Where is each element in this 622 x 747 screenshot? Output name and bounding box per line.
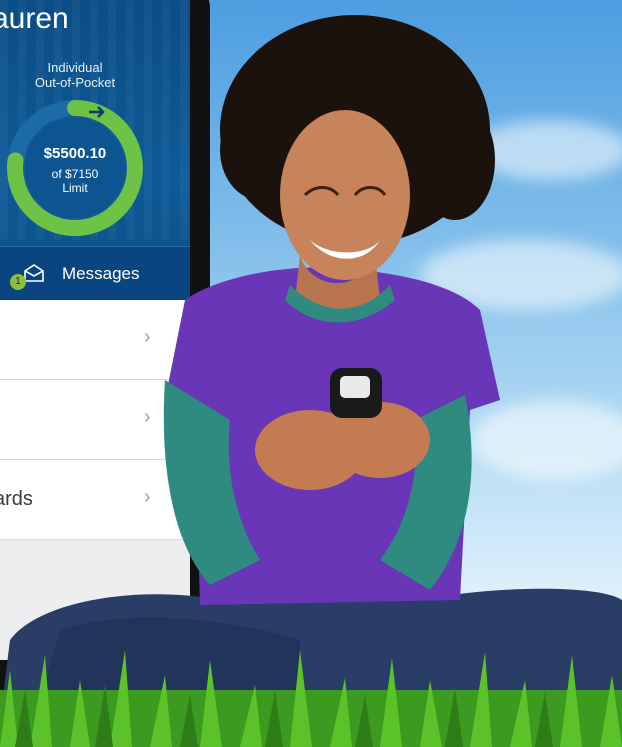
grass-foreground: [0, 650, 622, 747]
woman-with-phone-illustration: [0, 15, 622, 720]
